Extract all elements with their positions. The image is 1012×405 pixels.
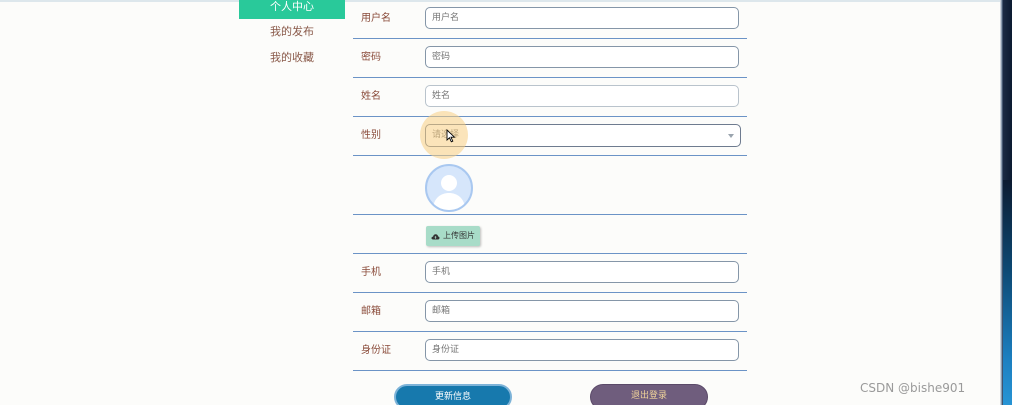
username-input[interactable]: [425, 7, 739, 29]
cloud-upload-icon: [431, 233, 440, 239]
upload-image-label: 上传图片: [443, 231, 475, 240]
form-row-email: 邮箱: [353, 293, 747, 332]
form-row-id-card: 身份证: [353, 332, 747, 371]
sidebar: 个人中心 我的发布 我的收藏: [239, 0, 345, 71]
logout-button[interactable]: 退出登录: [590, 384, 708, 405]
password-input[interactable]: [425, 46, 739, 68]
window-edge: [1000, 0, 1012, 405]
sidebar-item-my-posts[interactable]: 我的发布: [239, 19, 345, 45]
form-row-avatar: [353, 156, 747, 215]
password-label: 密码: [361, 52, 381, 63]
id-card-label: 身份证: [361, 345, 391, 356]
profile-page: 个人中心 我的发布 我的收藏 用户名 密码 姓名 性别 请选择: [0, 0, 1012, 405]
name-label: 姓名: [361, 91, 381, 102]
id-card-input[interactable]: [425, 339, 739, 361]
update-info-button[interactable]: 更新信息: [394, 384, 512, 405]
email-input[interactable]: [425, 300, 739, 322]
form-actions: 更新信息 退出登录: [394, 384, 714, 405]
phone-input[interactable]: [425, 261, 739, 283]
profile-form: 用户名 密码 姓名 性别 请选择: [353, 0, 747, 371]
form-row-phone: 手机: [353, 254, 747, 293]
avatar-placeholder-icon: [425, 164, 473, 212]
name-input[interactable]: [425, 85, 739, 107]
email-label: 邮箱: [361, 306, 381, 317]
upload-image-button[interactable]: 上传图片: [426, 226, 480, 246]
mouse-pointer-icon: [446, 129, 456, 143]
phone-label: 手机: [361, 267, 381, 278]
form-row-password: 密码: [353, 39, 747, 78]
sidebar-item-personal-center[interactable]: 个人中心: [239, 0, 345, 19]
chevron-down-icon: [728, 134, 734, 138]
gender-select[interactable]: 请选择: [425, 124, 741, 147]
form-row-gender: 性别 请选择: [353, 117, 747, 156]
form-row-name: 姓名: [353, 78, 747, 117]
sidebar-item-my-favorites[interactable]: 我的收藏: [239, 45, 345, 71]
watermark: CSDN @bishe901: [860, 381, 966, 395]
username-label: 用户名: [361, 13, 391, 24]
form-row-username: 用户名: [353, 0, 747, 39]
form-row-upload: 上传图片: [353, 215, 747, 254]
gender-label: 性别: [361, 130, 381, 141]
